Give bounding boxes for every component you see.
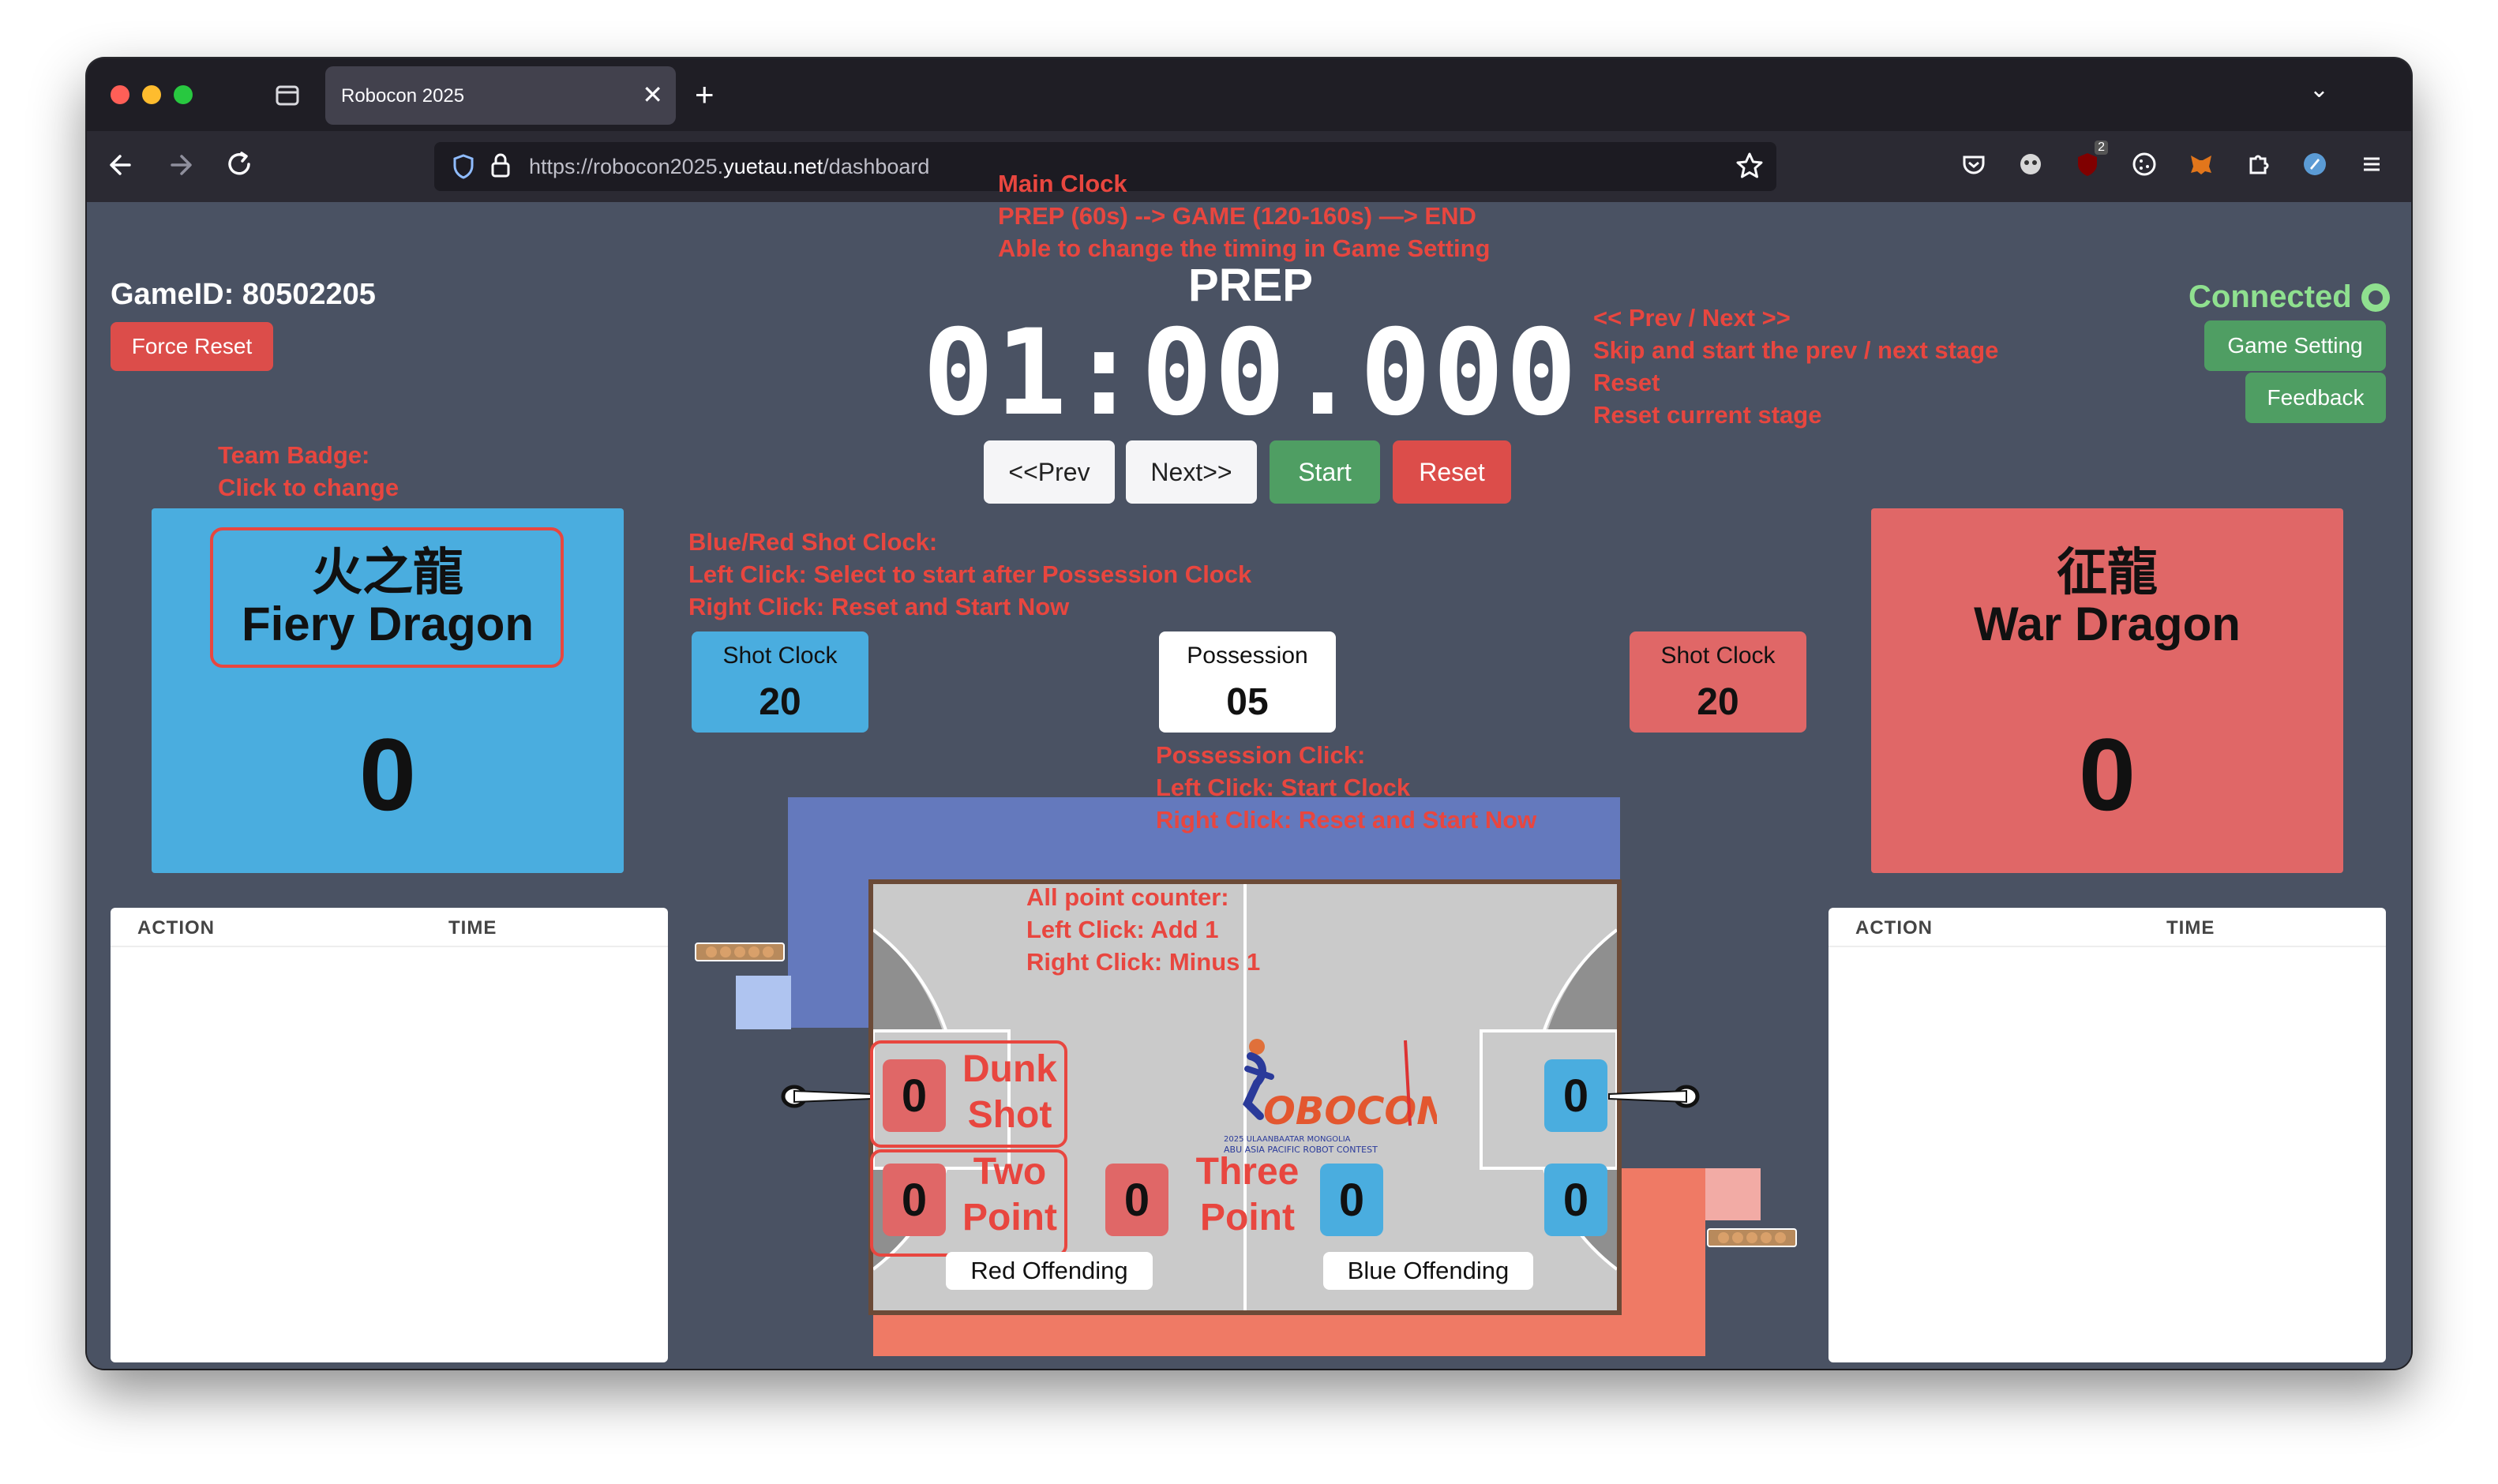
- extension-badge: 2: [2095, 141, 2108, 155]
- connected-dot-icon: [2361, 283, 2390, 312]
- reset-button[interactable]: Reset: [1393, 440, 1511, 504]
- hamburger-menu-icon[interactable]: [2354, 147, 2389, 182]
- three-point-label: Three Point: [1195, 1151, 1300, 1239]
- extension-toolbar: 2: [1956, 141, 2389, 182]
- shot-clock-label: Shot Clock: [1660, 643, 1776, 669]
- shot-clock-label: Shot Clock: [722, 643, 838, 669]
- tab-close-icon[interactable]: ✕: [642, 79, 663, 111]
- logo-sub2: ABU ASIA PACIFIC ROBOT CONTEST: [1224, 1145, 1378, 1155]
- close-window-button[interactable]: [111, 85, 129, 104]
- lock-icon[interactable]: [489, 152, 512, 186]
- log-action-header: ACTION: [1855, 917, 1933, 939]
- blue-team-card[interactable]: 火之龍 Fiery Dragon 0: [152, 508, 624, 873]
- team-name-cn[interactable]: 火之龍: [152, 532, 624, 605]
- ublock-icon[interactable]: 2: [2070, 141, 2108, 182]
- team-name-cn[interactable]: 征龍: [1871, 532, 2343, 605]
- log-header: ACTION TIME: [1828, 908, 2386, 947]
- stage-label: PREP: [1188, 260, 1313, 311]
- possession-clock[interactable]: Possession 05: [1159, 631, 1336, 733]
- tab-list-chevron-icon[interactable]: ⌄: [2309, 76, 2329, 103]
- bookmark-star-icon[interactable]: [1735, 150, 1764, 189]
- connection-status: Connected: [2189, 279, 2390, 315]
- ghost-extension-icon[interactable]: [2013, 147, 2048, 182]
- red-action-log[interactable]: ACTION TIME: [1828, 908, 2386, 1362]
- team-score: 0: [2078, 717, 2136, 832]
- url-text[interactable]: https://robocon2025.yuetau.net/dashboard: [529, 155, 929, 179]
- ball-rack-left: [695, 942, 785, 961]
- tab-overview-icon[interactable]: [273, 81, 302, 109]
- main-clock-annotation: Main Clock PREP (60s) --> GAME (120-160s…: [998, 170, 1491, 262]
- robocon-logo: OBOCON 2025 ULAANBAATAR MONGOLIA ABU ASI…: [1216, 1032, 1448, 1159]
- log-header: ACTION TIME: [111, 908, 668, 947]
- red-dunk-counter[interactable]: 0: [883, 1059, 946, 1132]
- red-three-point-counter[interactable]: 0: [1105, 1164, 1168, 1236]
- shot-clock-value: 20: [759, 681, 801, 723]
- prev-next-annotation: << Prev / Next >> Skip and start the pre…: [1593, 304, 1999, 429]
- log-action-header: ACTION: [137, 917, 215, 939]
- game-setting-button[interactable]: Game Setting: [2204, 320, 2386, 371]
- red-offending-button[interactable]: Red Offending: [946, 1252, 1153, 1290]
- tab-bar: Robocon 2025 ✕ + ⌄: [87, 58, 2411, 131]
- red-small-zone: [1705, 1168, 1761, 1220]
- log-time-header: TIME: [448, 917, 497, 939]
- shot-clock-annotation: Blue/Red Shot Clock: Left Click: Select …: [688, 528, 1252, 620]
- two-point-label: Two Point: [962, 1151, 1057, 1239]
- red-two-point-counter[interactable]: 0: [883, 1164, 946, 1236]
- new-tab-button[interactable]: +: [695, 76, 715, 114]
- forward-arrow-icon[interactable]: [166, 145, 197, 194]
- metamask-fox-icon[interactable]: [2184, 147, 2219, 182]
- reload-icon[interactable]: [224, 145, 256, 194]
- connection-label: Connected: [2189, 279, 2352, 314]
- back-arrow-icon[interactable]: [106, 145, 137, 194]
- blue-two-point-counter[interactable]: 0: [1544, 1164, 1607, 1236]
- zoom-window-button[interactable]: [174, 85, 193, 104]
- blue-small-zone: [736, 976, 791, 1029]
- ball-rack-right: [1707, 1228, 1797, 1247]
- left-hoop-icon: [778, 1083, 878, 1110]
- blue-dunk-counter[interactable]: 0: [1544, 1059, 1607, 1132]
- blue-three-point-counter[interactable]: 0: [1320, 1164, 1383, 1236]
- tab-robocon[interactable]: Robocon 2025 ✕: [325, 66, 676, 125]
- main-clock: 01:00.000: [922, 305, 1579, 442]
- right-hoop-icon: [1603, 1083, 1702, 1110]
- next-stage-button[interactable]: Next>>: [1126, 440, 1257, 504]
- logo-sub1: 2025 ULAANBAATAR MONGOLIA: [1224, 1135, 1351, 1144]
- dunk-shot-label: Dunk Shot: [962, 1048, 1057, 1136]
- team-name-en[interactable]: Fiery Dragon: [152, 597, 624, 651]
- team-name-en[interactable]: War Dragon: [1871, 597, 2343, 651]
- prev-stage-button[interactable]: <<Prev: [984, 440, 1115, 504]
- team-score: 0: [358, 717, 417, 832]
- blue-offending-button[interactable]: Blue Offending: [1323, 1252, 1533, 1290]
- red-team-card[interactable]: 征龍 War Dragon 0: [1871, 508, 2343, 873]
- pocket-icon[interactable]: [1956, 147, 1991, 182]
- log-time-header: TIME: [2166, 917, 2215, 939]
- profile-icon[interactable]: [2297, 147, 2332, 182]
- blue-action-log[interactable]: ACTION TIME: [111, 908, 668, 1362]
- dashboard-page: GameID: 80502205 Force Reset PREP 01:00.…: [87, 170, 2411, 1369]
- game-id: GameID: 80502205: [111, 278, 376, 311]
- tab-title: Robocon 2025: [341, 85, 465, 107]
- possession-annotation: Possession Click: Left Click: Start Cloc…: [1156, 741, 1537, 834]
- start-button[interactable]: Start: [1270, 440, 1380, 504]
- possession-label: Possession: [1187, 643, 1308, 669]
- team-badge-annotation: Team Badge: Click to change: [218, 441, 399, 501]
- shot-clock-value: 20: [1697, 681, 1739, 723]
- red-shot-clock[interactable]: Shot Clock 20: [1630, 631, 1806, 733]
- cookie-icon[interactable]: [2127, 147, 2162, 182]
- feedback-button[interactable]: Feedback: [2245, 373, 2386, 423]
- blue-shot-clock[interactable]: Shot Clock 20: [692, 631, 868, 733]
- shield-icon[interactable]: [452, 153, 475, 180]
- possession-value: 05: [1226, 681, 1269, 723]
- minimize-window-button[interactable]: [142, 85, 161, 104]
- browser-window: Robocon 2025 ✕ + ⌄ https://robocon2025.y…: [87, 58, 2411, 1369]
- extensions-puzzle-icon[interactable]: [2241, 147, 2275, 182]
- force-reset-button[interactable]: Force Reset: [111, 322, 273, 371]
- point-counter-annotation: All point counter: Left Click: Add 1 Rig…: [1026, 883, 1261, 976]
